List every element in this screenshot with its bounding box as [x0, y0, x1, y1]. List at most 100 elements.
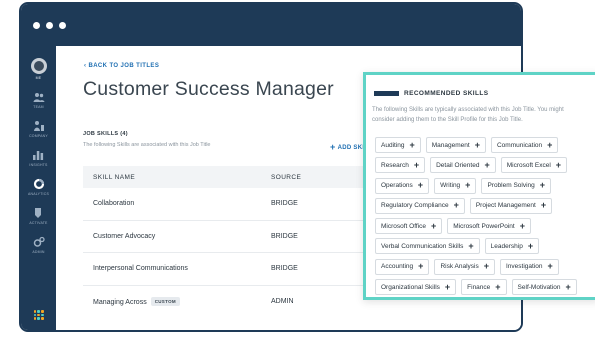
recommended-skills-description: The following Skills are typically assoc… — [372, 106, 595, 125]
window-minimize-dot[interactable] — [46, 21, 53, 29]
recommended-skill-chip[interactable]: Writing + — [434, 177, 477, 194]
recommended-skill-label: Microsoft PowerPoint — [453, 222, 515, 230]
plus-icon: + — [417, 180, 424, 191]
company-icon — [33, 121, 44, 131]
plus-icon: + — [444, 281, 451, 292]
analytics-icon — [33, 178, 44, 190]
table-row[interactable]: Interpersonal Communications BRIDGE — [83, 253, 378, 286]
chip-row: Verbal Communication Skills + Leadership + — [375, 238, 595, 255]
recommended-skill-label: Detail Oriented — [436, 161, 480, 169]
recommended-skill-label: Microsoft Office — [381, 222, 427, 230]
recommended-skill-chip[interactable]: Microsoft PowerPoint + — [447, 218, 531, 235]
skill-name: Collaboration — [93, 200, 135, 208]
table-row[interactable]: Customer Advocacy BRIDGE — [83, 221, 378, 253]
recommended-skill-chip[interactable]: Accounting + — [375, 258, 430, 275]
table-header: SKILL NAME SOURCE — [83, 166, 378, 188]
recommended-skill-label: Regulatory Compliance — [381, 202, 449, 210]
recommended-skill-chip[interactable]: Research + — [375, 157, 426, 174]
back-to-job-titles-link[interactable]: ‹ BACK TO JOB TITLES — [84, 63, 159, 69]
skill-name: Interpersonal Communications — [93, 265, 188, 273]
recommended-skill-label: Writing — [440, 182, 461, 190]
back-link-label: BACK TO JOB TITLES — [88, 63, 160, 69]
recommended-skill-label: Self-Motivation — [517, 283, 561, 291]
recommended-skill-chips: Auditing + Management + Communication + Resear… — [375, 137, 595, 299]
app-grid-icon[interactable] — [33, 310, 44, 320]
title-bar — [21, 4, 521, 46]
recommended-skill-label: Microsoft Excel — [506, 161, 551, 169]
recommended-skill-chip[interactable]: Organizational Skills + — [375, 279, 457, 296]
sidebar-item-activate[interactable]: ACTIVATE — [29, 207, 47, 225]
recommended-skill-chip[interactable]: Management + — [425, 137, 486, 153]
plus-icon: + — [565, 281, 571, 292]
window-close-dot[interactable] — [33, 21, 40, 29]
recommended-skill-label: Verbal Communication Skills — [381, 242, 464, 250]
recommended-skill-label: Research — [381, 161, 409, 169]
column-header-skill-name[interactable]: SKILL NAME — [83, 174, 271, 181]
recommended-skill-label: Investigation — [506, 263, 543, 271]
chip-row: Regulatory Compliance + Project Management… — [375, 197, 595, 214]
recommended-skill-chip[interactable]: Auditing + — [375, 137, 421, 153]
skill-name: Managing Across — [93, 299, 147, 307]
recommended-skills-header: RECOMMENDED SKILLS — [374, 90, 488, 97]
recommended-skill-label: Auditing — [381, 141, 405, 149]
sidebar-item-insights[interactable]: INSIGHTS — [29, 149, 47, 167]
recommended-skill-chip[interactable]: Verbal Communication Skills + — [375, 238, 480, 255]
sidebar-item-label: COMPANY — [29, 134, 48, 138]
recommended-skill-chip[interactable]: Microsoft Office + — [375, 218, 443, 235]
avatar-icon — [33, 61, 44, 71]
recommended-skill-chip[interactable]: Risk Analysis + — [434, 258, 495, 275]
recommended-skill-chip[interactable]: Self-Motivation + — [511, 279, 577, 296]
plus-icon: + — [431, 220, 437, 231]
recommended-skill-chip[interactable]: Investigation + — [500, 258, 559, 275]
plus-icon: + — [547, 139, 553, 150]
page-title: Customer Success Manager — [83, 78, 334, 100]
recommended-skill-label: Risk Analysis — [440, 263, 479, 271]
sidebar-item-admin[interactable]: ADMIN — [32, 236, 44, 254]
recommended-skill-label: Operations — [381, 182, 413, 190]
activate-icon — [35, 208, 42, 218]
avatar[interactable] — [30, 58, 47, 74]
table-row[interactable]: Collaboration BRIDGE — [83, 188, 378, 221]
plus-icon: + — [468, 240, 474, 251]
recommended-skill-chip[interactable]: Microsoft Excel + — [500, 157, 568, 174]
recommended-skills-title: RECOMMENDED SKILLS — [404, 90, 489, 97]
recommended-skill-label: Leadership — [490, 242, 523, 250]
recommended-skill-label: Organizational Skills — [381, 283, 440, 291]
sidebar-item-analytics[interactable]: ANALYTICS — [28, 178, 49, 196]
recommended-skill-label: Management — [431, 141, 470, 149]
chip-row: Accounting + Risk Analysis + Investigation + — [375, 258, 595, 275]
recommended-skill-chip[interactable]: Communication + — [490, 137, 559, 153]
plus-icon: + — [519, 220, 525, 231]
sidebar-item-team[interactable]: TEAM — [33, 91, 45, 109]
plus-icon: + — [547, 261, 553, 272]
sidebar: ME TEAM COMPANY INSIGHTS ANALYTICS ACTIV… — [21, 46, 56, 330]
recommended-skill-chip[interactable]: Operations + — [375, 177, 430, 194]
chip-row: Research + Detail Oriented + Microsoft Excel… — [375, 157, 595, 174]
sidebar-item-label: INSIGHTS — [29, 163, 48, 167]
insights-icon — [33, 151, 44, 160]
sidebar-item-company[interactable]: COMPANY — [29, 120, 48, 138]
recommended-skill-chip[interactable]: Detail Oriented + — [430, 157, 496, 174]
header-accent-bar — [374, 91, 399, 96]
column-header-source[interactable]: SOURCE — [271, 174, 301, 181]
window-maximize-dot[interactable] — [59, 21, 66, 29]
recommended-skill-chip[interactable]: Project Management + — [469, 197, 553, 214]
description-line: The following Skills are typically assoc… — [372, 107, 564, 113]
recommended-skill-label: Problem Solving — [487, 182, 535, 190]
job-skills-heading: JOB SKILLS (4) — [83, 131, 128, 137]
recommended-skill-chip[interactable]: Regulatory Compliance + — [375, 197, 465, 214]
team-icon — [33, 93, 44, 102]
recommended-skill-chip[interactable]: Problem Solving + — [481, 177, 552, 194]
job-skills-description: The following Skills are associated with… — [83, 142, 211, 148]
plus-icon: + — [330, 142, 336, 152]
recommended-skill-chip[interactable]: Finance + — [461, 279, 507, 296]
table-row[interactable]: Managing Across CUSTOM ADMIN — [83, 286, 378, 319]
plus-icon: + — [453, 200, 459, 211]
plus-icon: + — [484, 159, 490, 170]
recommended-skill-chip[interactable]: Leadership + — [484, 238, 540, 255]
plus-icon: + — [555, 159, 562, 170]
job-skills-table: SKILL NAME SOURCE Collaboration BRIDGE C… — [83, 166, 378, 318]
plus-icon: + — [540, 200, 547, 211]
recommended-skill-label: Project Management — [475, 202, 536, 210]
skill-source: ADMIN — [271, 298, 294, 306]
